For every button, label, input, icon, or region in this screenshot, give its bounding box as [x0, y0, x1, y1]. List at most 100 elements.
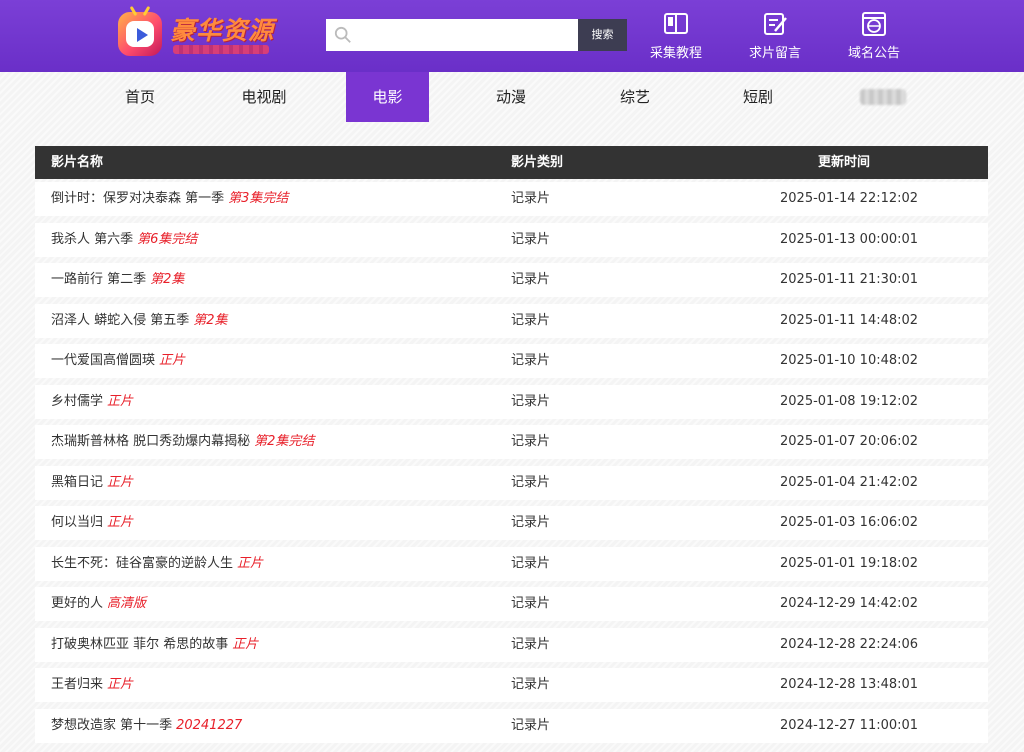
update-time-cell: 2024-12-27 11:00:01 — [780, 717, 919, 733]
edit-icon — [764, 13, 787, 35]
table-row[interactable]: 梦想改造家 第十一季 20241227 记录片 2024-12-27 11:00:01 — [35, 708, 988, 743]
table-row[interactable]: 何以当归 正片 记录片 2025-01-03 16:06:02 — [35, 506, 988, 540]
video-title-link[interactable]: 倒计时：保罗对决泰森 第一季 — [51, 191, 224, 206]
header-link-label: 求片留言 — [748, 46, 801, 61]
nav-item-anime[interactable]: 动漫 — [471, 72, 551, 122]
site-header: 豪华资源 搜索 采集教程 求片留言 域名公告 — [0, 0, 1024, 72]
search-input[interactable] — [360, 19, 574, 51]
episode-status-tag: 正片 — [107, 515, 134, 530]
category-cell: 记录片 — [511, 393, 551, 409]
video-title-link[interactable]: 黑箱日记 — [51, 475, 103, 490]
video-title-link[interactable]: 王者归来 — [51, 677, 103, 692]
update-time-cell: 2025-01-01 19:18:02 — [780, 555, 919, 571]
video-title-link[interactable]: 沼泽人 蟒蛇入侵 第五季 — [51, 313, 189, 328]
table-row[interactable]: 长生不死：硅谷富豪的逆龄人生 正片 记录片 2025-01-01 19:18:02 — [35, 546, 988, 581]
category-cell: 记录片 — [511, 596, 551, 611]
video-title-cell[interactable]: 倒计时：保罗对决泰森 第一季 第3集完结 — [51, 182, 288, 216]
header-link-request-message[interactable]: 求片留言 — [735, 10, 815, 66]
update-time-cell: 2025-01-04 21:42:02 — [780, 474, 919, 490]
video-title-link[interactable]: 我杀人 第六季 — [51, 232, 133, 247]
video-title-cell[interactable]: 我杀人 第六季 第6集完结 — [51, 223, 197, 257]
table-header: 影片名称 影片类别 更新时间 — [35, 146, 988, 179]
video-title-cell[interactable]: 乡村儒学 正片 — [51, 385, 133, 419]
nav-item-short-drama[interactable]: 短剧 — [718, 72, 798, 122]
table-row[interactable]: 乡村儒学 正片 记录片 2025-01-08 19:12:02 — [35, 384, 988, 419]
table-row[interactable]: 一代爱国高僧圆瑛 正片 记录片 2025-01-10 10:48:02 — [35, 344, 988, 378]
video-title-link[interactable]: 梦想改造家 第十一季 — [51, 718, 172, 733]
video-title-cell[interactable]: 更好的人 高清版 — [51, 587, 146, 621]
video-title-cell[interactable]: 一代爱国高僧圆瑛 正片 — [51, 344, 185, 378]
update-time-cell: 2025-01-07 20:06:02 — [780, 434, 919, 449]
nav-item-variety[interactable]: 综艺 — [595, 72, 675, 122]
table-row[interactable]: 我杀人 第六季 第6集完结 记录片 2025-01-13 00:00:01 — [35, 222, 988, 257]
video-title-cell[interactable]: 打破奥林匹亚 菲尔 希思的故事 正片 — [51, 628, 258, 662]
video-title-cell[interactable]: 王者归来 正片 — [51, 668, 133, 702]
episode-status-tag: 20241227 — [176, 717, 243, 733]
logo-tv-icon — [118, 5, 162, 56]
table-row[interactable]: 打破奥林匹亚 菲尔 希思的故事 正片 记录片 2024-12-28 22:24:06 — [35, 627, 988, 662]
site-logo[interactable]: 豪华资源 — [118, 5, 275, 61]
table-body: 倒计时：保罗对决泰森 第一季 第3集完结 记录片 2025-01-14 22:12:0… — [35, 182, 988, 743]
video-title-link[interactable]: 乡村儒学 — [51, 394, 103, 409]
header-link-domain-notice[interactable]: 域名公告 — [834, 10, 914, 66]
category-cell: 记录片 — [511, 231, 551, 247]
category-cell: 记录片 — [511, 555, 551, 571]
category-cell: 记录片 — [511, 434, 551, 449]
episode-status-tag: 第3集完结 — [228, 191, 289, 206]
logo-blurred-subtitle — [173, 45, 269, 54]
episode-status-tag: 高清版 — [107, 596, 147, 611]
video-title-link[interactable]: 何以当归 — [51, 515, 103, 530]
update-time-cell: 2024-12-29 14:42:02 — [780, 596, 919, 611]
update-time-cell: 2025-01-11 14:48:02 — [780, 312, 919, 328]
header-link-label: 采集教程 — [649, 46, 702, 61]
search-button[interactable]: 搜索 — [578, 19, 627, 51]
table-row[interactable]: 杰瑞斯普林格 脱口秀劲爆内幕揭秘 第2集完结 记录片 2025-01-07 20:06… — [35, 425, 988, 459]
episode-status-tag: 正片 — [107, 677, 134, 692]
category-cell: 记录片 — [511, 191, 551, 206]
video-table: 影片名称 影片类别 更新时间 倒计时：保罗对决泰森 第一季 第3集完结 记录片 202… — [35, 146, 988, 743]
header-link-label: 域名公告 — [847, 46, 900, 61]
book-icon — [664, 13, 688, 34]
video-title-cell[interactable]: 一路前行 第二季 第2集 — [51, 263, 184, 297]
nav-item-tv[interactable]: 电视剧 — [222, 72, 306, 122]
category-cell: 记录片 — [511, 353, 551, 368]
episode-status-tag: 正片 — [107, 474, 134, 490]
video-title-link[interactable]: 长生不死：硅谷富豪的逆龄人生 — [51, 556, 233, 571]
video-title-cell[interactable]: 梦想改造家 第十一季 20241227 — [51, 709, 242, 743]
video-title-cell[interactable]: 长生不死：硅谷富豪的逆龄人生 正片 — [51, 547, 263, 581]
logo-text: 豪华资源 — [170, 16, 275, 45]
column-header-name: 影片名称 — [51, 155, 104, 170]
category-cell: 记录片 — [511, 677, 551, 692]
episode-status-tag: 第2集完结 — [254, 434, 315, 449]
video-title-link[interactable]: 打破奥林匹亚 菲尔 希思的故事 — [51, 637, 228, 652]
table-row[interactable]: 倒计时：保罗对决泰森 第一季 第3集完结 记录片 2025-01-14 22:12:0… — [35, 182, 988, 216]
update-time-cell: 2025-01-03 16:06:02 — [780, 515, 919, 530]
table-row[interactable]: 黑箱日记 正片 记录片 2025-01-04 21:42:02 — [35, 465, 988, 500]
table-row[interactable]: 更好的人 高清版 记录片 2024-12-29 14:42:02 — [35, 587, 988, 621]
video-title-link[interactable]: 杰瑞斯普林格 脱口秀劲爆内幕揭秘 — [51, 434, 250, 449]
video-title-cell[interactable]: 杰瑞斯普林格 脱口秀劲爆内幕揭秘 第2集完结 — [51, 425, 314, 459]
nav-item-home[interactable]: 首页 — [100, 72, 180, 122]
search-icon — [334, 26, 351, 43]
video-title-cell[interactable]: 黑箱日记 正片 — [51, 466, 133, 500]
video-title-cell[interactable]: 何以当归 正片 — [51, 506, 133, 540]
table-row[interactable]: 一路前行 第二季 第2集 记录片 2025-01-11 21:30:01 — [35, 263, 988, 297]
category-cell: 记录片 — [511, 636, 551, 652]
category-cell: 记录片 — [511, 272, 551, 287]
globe-window-icon — [862, 12, 886, 36]
video-title-link[interactable]: 一路前行 第二季 — [51, 272, 146, 287]
update-time-cell: 2025-01-08 19:12:02 — [780, 393, 919, 409]
column-header-category: 影片类别 — [511, 155, 564, 170]
video-title-link[interactable]: 一代爱国高僧圆瑛 — [51, 353, 155, 368]
update-time-cell: 2025-01-11 21:30:01 — [780, 272, 919, 287]
header-link-collect-tutorial[interactable]: 采集教程 — [636, 10, 716, 66]
update-time-cell: 2024-12-28 22:24:06 — [780, 636, 919, 652]
episode-status-tag: 第6集完结 — [137, 231, 198, 247]
table-row[interactable]: 王者归来 正片 记录片 2024-12-28 13:48:01 — [35, 668, 988, 702]
video-title-link[interactable]: 更好的人 — [51, 596, 103, 611]
nav-item-movie[interactable]: 电影 — [346, 72, 429, 122]
column-header-time: 更新时间 — [818, 155, 871, 170]
table-row[interactable]: 沼泽人 蟒蛇入侵 第五季 第2集 记录片 2025-01-11 14:48:02 — [35, 303, 988, 338]
nav-item-blurred[interactable] — [860, 89, 906, 105]
video-title-cell[interactable]: 沼泽人 蟒蛇入侵 第五季 第2集 — [51, 304, 228, 338]
